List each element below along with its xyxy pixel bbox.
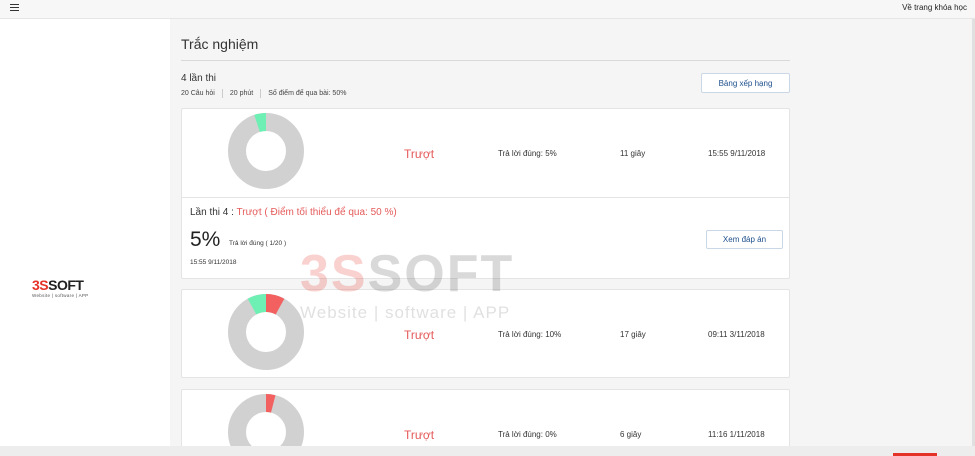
attempt-status: Trượt: [404, 428, 435, 442]
result-donut-chart: [228, 294, 304, 370]
logo-tagline: Website | software | APP: [32, 293, 89, 298]
donut-wrong-segment: [265, 294, 285, 315]
title-divider: [181, 60, 790, 61]
attempt-correct-rate: Trả lời đúng: 0%: [498, 430, 557, 439]
attempt-detail: Lần thi 4 : Trượt ( Điểm tối thiểu để qu…: [182, 197, 789, 279]
attempt-summary-row[interactable]: Trượt Trả lời đúng: 5% 11 giây 15:55 9/1…: [182, 109, 789, 197]
attempt-datetime: 11:16 1/11/2018: [708, 430, 765, 439]
quiz-duration: 20 phút: [229, 90, 254, 97]
page-title: Trắc nghiệm: [181, 36, 259, 52]
attempt-detail-date: 15:55 9/11/2018: [190, 259, 237, 266]
left-panel: [5, 25, 170, 446]
donut-correct-segment: [254, 113, 267, 133]
attempt-status: Trượt: [404, 147, 435, 161]
attempt-detail-status: Trượt ( Điểm tối thiểu để qua: 50 %): [236, 207, 397, 218]
attempt-time-spent: 11 giây: [620, 149, 646, 158]
menu-icon[interactable]: [10, 4, 19, 12]
attempt-time-spent: 17 giây: [620, 330, 646, 339]
attempt-card: Trượt Trả lời đúng: 0% 6 giây 11:16 1/11…: [181, 389, 790, 456]
quiz-meta: 20 Câu hỏi 20 phút Số điểm để qua bài: 5…: [181, 89, 346, 98]
ranking-button[interactable]: Bảng xếp hạng: [701, 73, 790, 93]
meta-divider: [260, 89, 262, 98]
attempt-card: Trượt Trả lời đúng: 10% 17 giây 09:11 3/…: [181, 289, 790, 378]
attempt-datetime: 09:11 3/11/2018: [708, 330, 765, 339]
meta-divider: [221, 89, 223, 98]
attempt-score-percent: 5%: [190, 228, 221, 251]
bottom-bar: [0, 446, 975, 456]
attempts-count: 4 lần thi: [181, 73, 217, 84]
donut-wrong-segment: [265, 394, 276, 413]
attempt-status: Trượt: [404, 328, 435, 342]
attempt-correct-rate: Trả lời đúng: 5%: [498, 149, 557, 158]
result-donut-chart: [228, 113, 304, 189]
attempt-number: Lần thi 4 :: [190, 207, 234, 218]
question-count: 20 Câu hỏi: [181, 90, 215, 97]
attempt-summary-row[interactable]: Trượt Trả lời đúng: 10% 17 giây 09:11 3/…: [182, 290, 789, 378]
logo-text-red: 3S: [32, 277, 49, 293]
attempt-detail-heading: Lần thi 4 : Trượt ( Điểm tối thiểu để qu…: [190, 207, 397, 218]
logo: 3SSOFT Website | software | APP: [32, 278, 114, 300]
top-bar: Về trang khóa học: [0, 0, 975, 19]
attempt-correct-ratio: Trả lời đúng ( 1/20 ): [229, 240, 287, 247]
attempt-time-spent: 6 giây: [620, 430, 642, 439]
logo-text-dark: SOFT: [48, 277, 84, 293]
attempt-card: Trượt Trả lời đúng: 5% 11 giây 15:55 9/1…: [181, 108, 790, 279]
pass-score: Số điểm để qua bài: 50%: [268, 90, 347, 97]
attempt-datetime: 15:55 9/11/2018: [708, 149, 766, 158]
back-to-course-link[interactable]: Về trang khóa học: [902, 3, 967, 12]
view-answers-button[interactable]: Xem đáp án: [706, 230, 783, 249]
donut-correct-segment: [247, 294, 267, 315]
attempt-correct-rate: Trả lời đúng: 10%: [498, 330, 562, 339]
